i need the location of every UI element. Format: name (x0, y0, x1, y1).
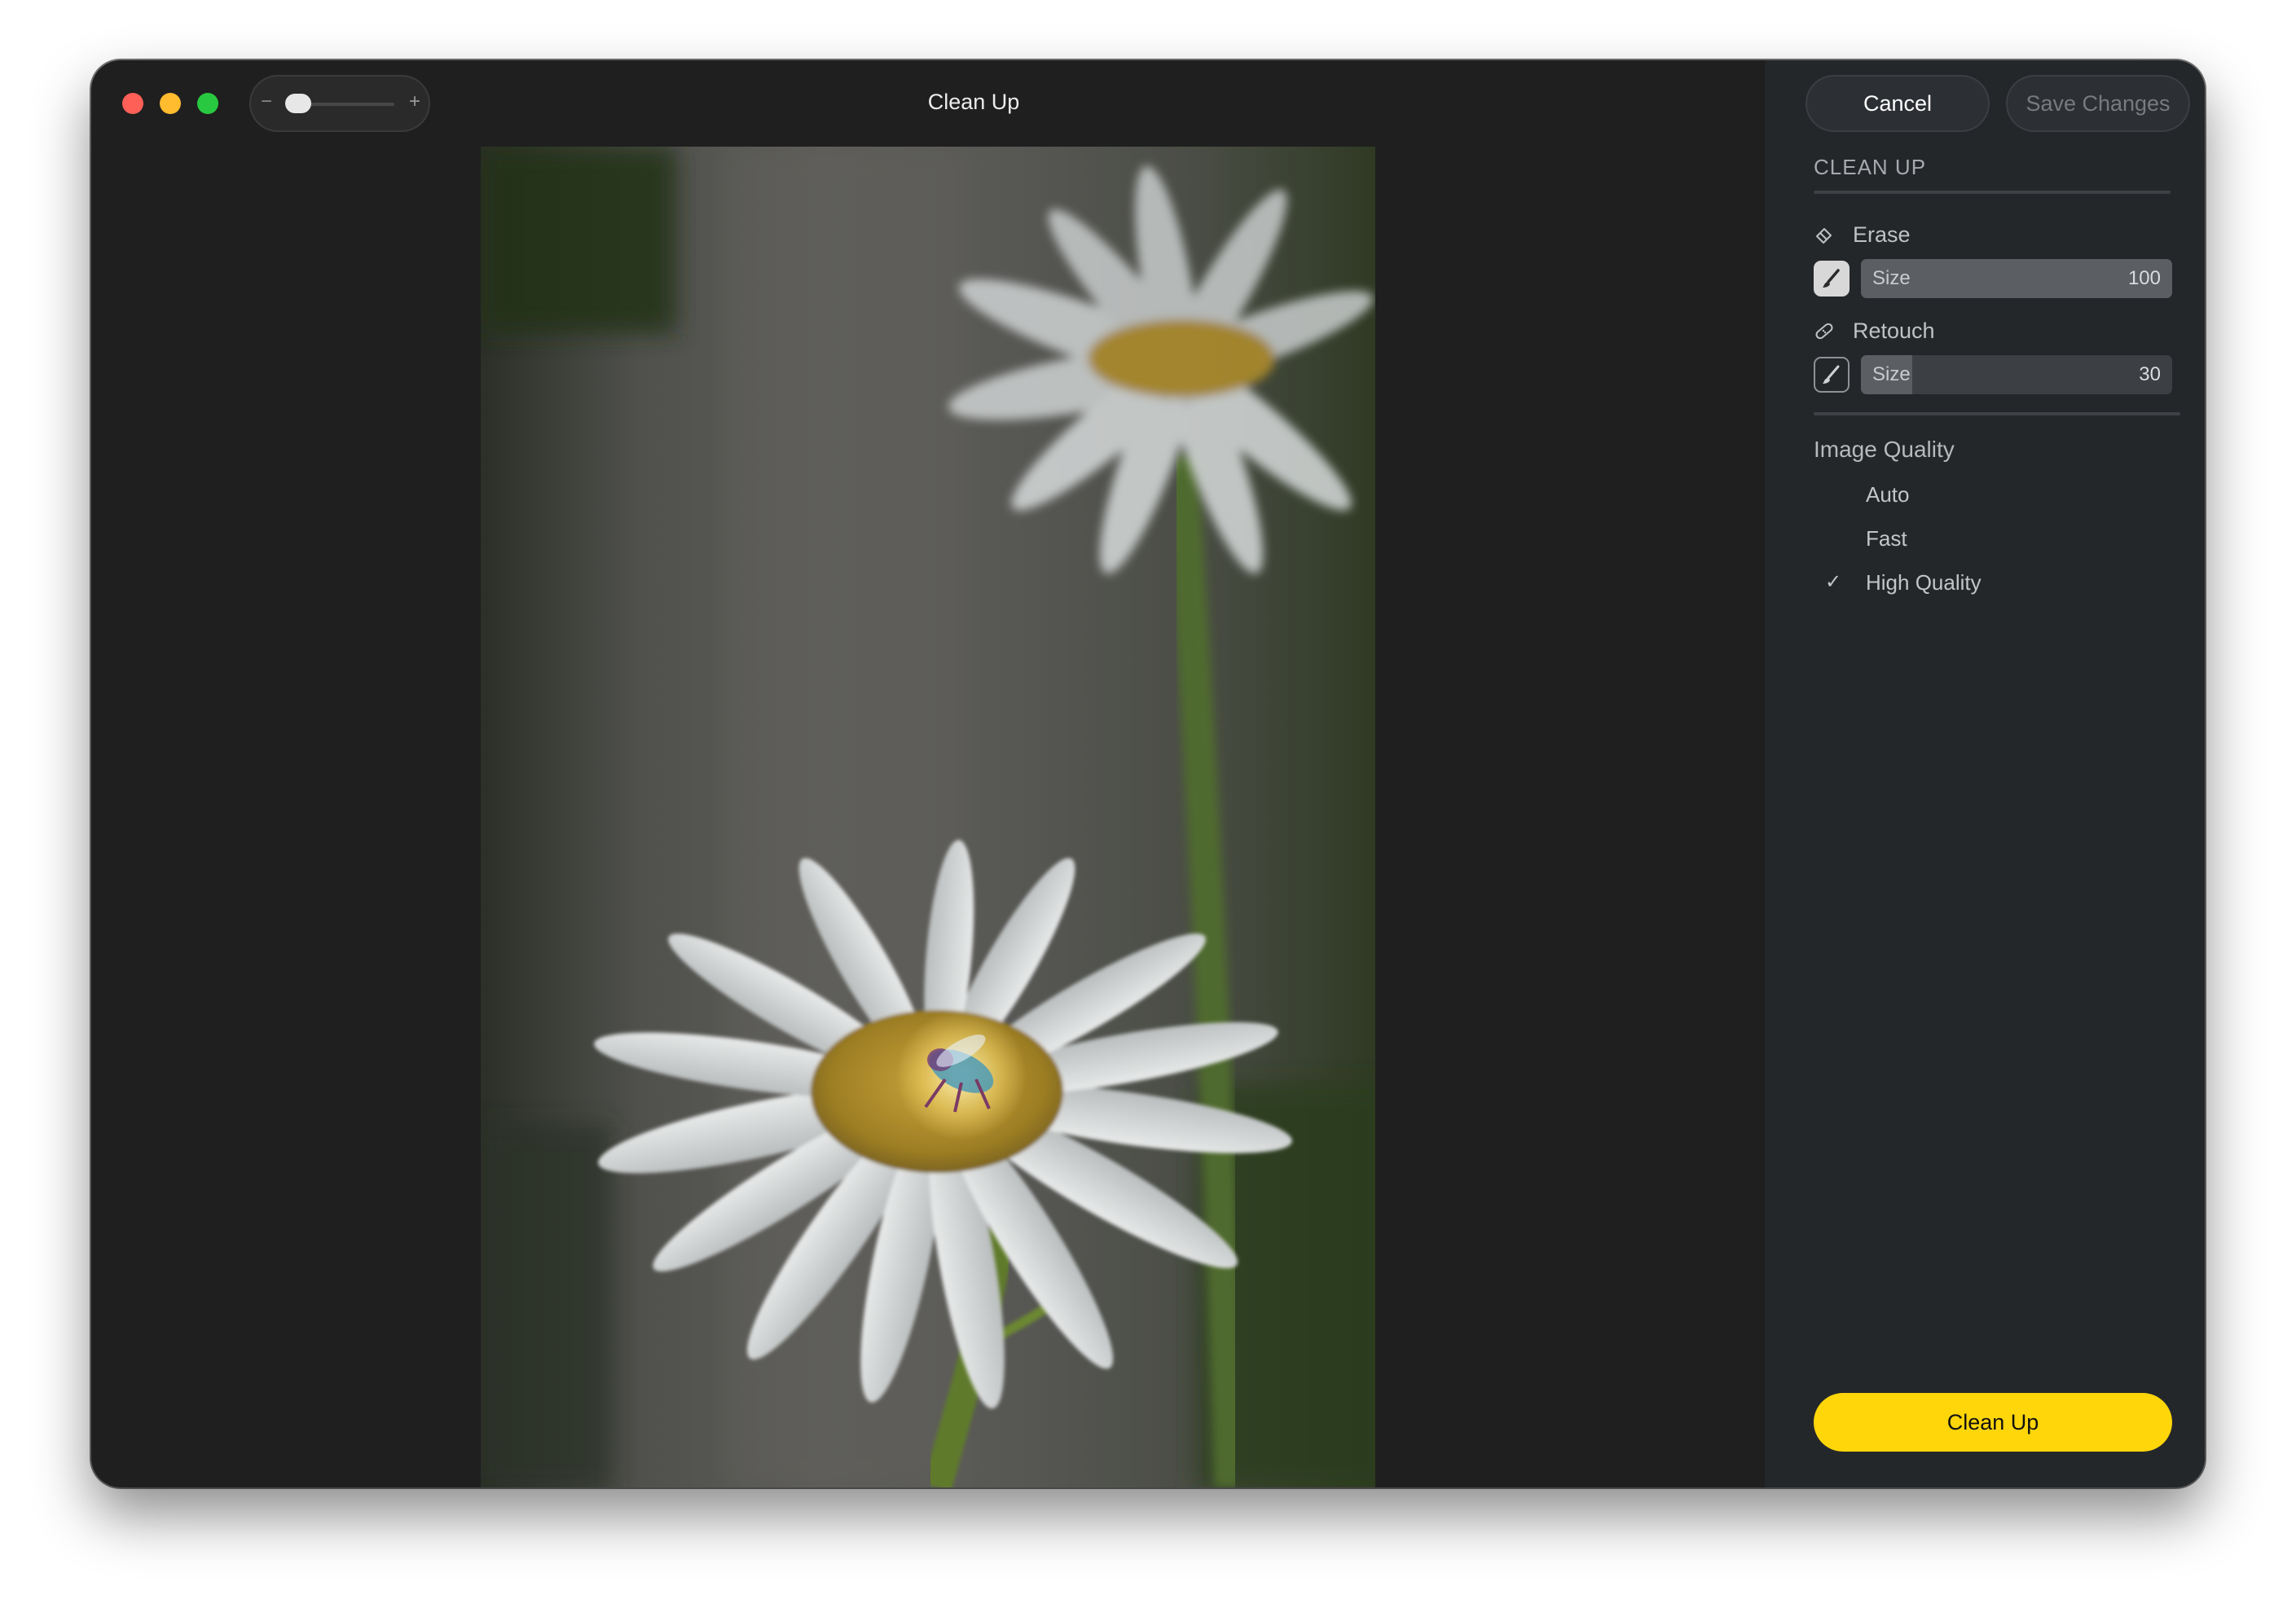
erase-size-slider[interactable]: Size 100 (1861, 259, 2172, 298)
erase-tool[interactable]: Erase (1814, 220, 1911, 249)
retouch-size-value: 30 (2139, 363, 2161, 385)
retouch-size-slider[interactable]: Size 30 (1861, 355, 2172, 394)
quality-option-label: High Quality (1866, 570, 1982, 595)
retouch-tool[interactable]: Retouch (1814, 316, 1935, 345)
quality-option-high-quality[interactable]: ✓ High Quality (1814, 569, 2172, 598)
checkmark-icon: ✓ (1825, 571, 1842, 593)
quality-option-label: Auto (1866, 482, 1910, 507)
eraser-icon (1816, 228, 1832, 244)
section-divider (1814, 191, 2171, 194)
section-title: CLEAN UP (1814, 155, 1927, 179)
photo-canvas[interactable] (481, 147, 1375, 1487)
brush-icon (1823, 269, 1840, 288)
app-window: − + Clean Up Cancel Save Changes CLEAN U… (91, 60, 2205, 1487)
bandage-icon (1815, 323, 1833, 340)
retouch-brush-button[interactable] (1814, 357, 1850, 393)
erase-size-label: Size (1872, 267, 1911, 289)
save-changes-button[interactable]: Save Changes (2006, 75, 2190, 132)
quality-option-fast[interactable]: Fast (1814, 525, 2172, 554)
quality-option-label: Fast (1866, 526, 1907, 551)
clean-up-button[interactable]: Clean Up (1814, 1393, 2172, 1452)
tool-sidebar: Cancel Save Changes CLEAN UP Erase Size … (1765, 60, 2205, 1487)
image-quality-title: Image Quality (1814, 437, 1955, 462)
erase-brush-button[interactable] (1814, 261, 1850, 297)
cancel-button[interactable]: Cancel (1806, 75, 1990, 132)
daisy-photo (481, 147, 1375, 1487)
window-title: Clean Up (927, 90, 1020, 114)
erase-label: Erase (1853, 222, 1911, 247)
retouch-size-label: Size (1872, 363, 1911, 385)
brush-icon (1823, 365, 1840, 384)
quality-option-auto[interactable]: Auto (1814, 481, 2172, 510)
retouch-label: Retouch (1853, 318, 1935, 343)
section-divider (1814, 412, 2180, 415)
erase-size-value: 100 (2127, 267, 2161, 289)
